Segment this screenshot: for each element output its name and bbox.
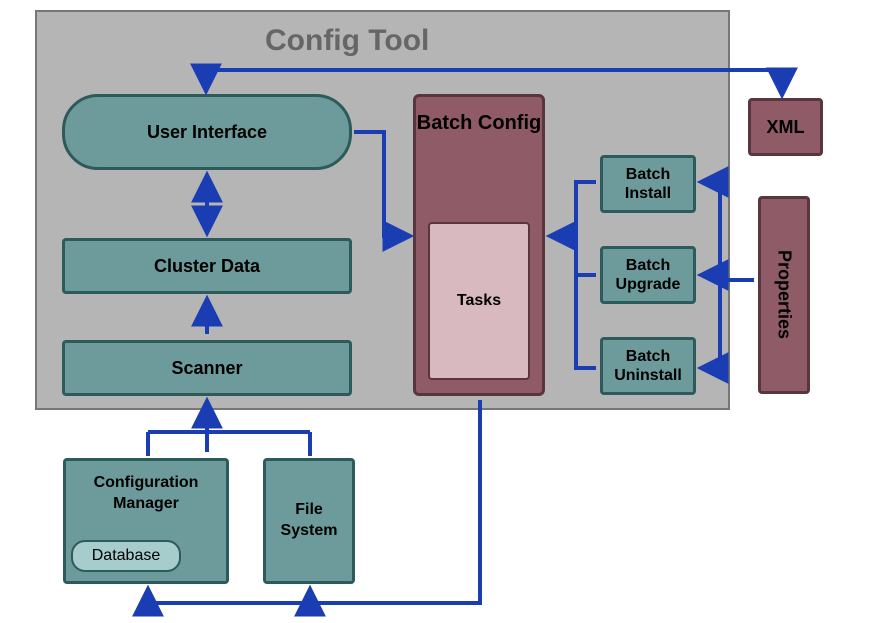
database-label: Database: [92, 547, 161, 565]
scanner-label: Scanner: [171, 358, 242, 379]
diagram-title: Config Tool: [265, 24, 429, 58]
scanner-node: Scanner: [62, 340, 352, 396]
batch-config-label: Batch Config: [417, 111, 541, 136]
file-system-label: File System: [266, 500, 352, 542]
batch-uninstall-node: Batch Uninstall: [600, 337, 696, 395]
config-manager-label: Configuration Manager: [66, 473, 226, 515]
xml-label: XML: [767, 117, 805, 138]
properties-node: Properties: [758, 196, 810, 394]
diagram-canvas: Config Tool User Interface Cluster Data …: [0, 0, 869, 623]
batch-install-label: Batch Install: [603, 165, 693, 203]
xml-node: XML: [748, 98, 823, 156]
cluster-data-node: Cluster Data: [62, 238, 352, 294]
tasks-label: Tasks: [457, 292, 501, 310]
batch-uninstall-label: Batch Uninstall: [603, 347, 693, 385]
user-interface-label: User Interface: [147, 122, 267, 143]
cluster-data-label: Cluster Data: [154, 256, 260, 277]
tasks-node: Tasks: [428, 222, 530, 380]
properties-label: Properties: [774, 250, 795, 339]
file-system-node: File System: [263, 458, 355, 584]
batch-upgrade-label: Batch Upgrade: [603, 256, 693, 294]
batch-install-node: Batch Install: [600, 155, 696, 213]
user-interface-node: User Interface: [62, 94, 352, 170]
database-node: Database: [71, 540, 181, 572]
batch-upgrade-node: Batch Upgrade: [600, 246, 696, 304]
